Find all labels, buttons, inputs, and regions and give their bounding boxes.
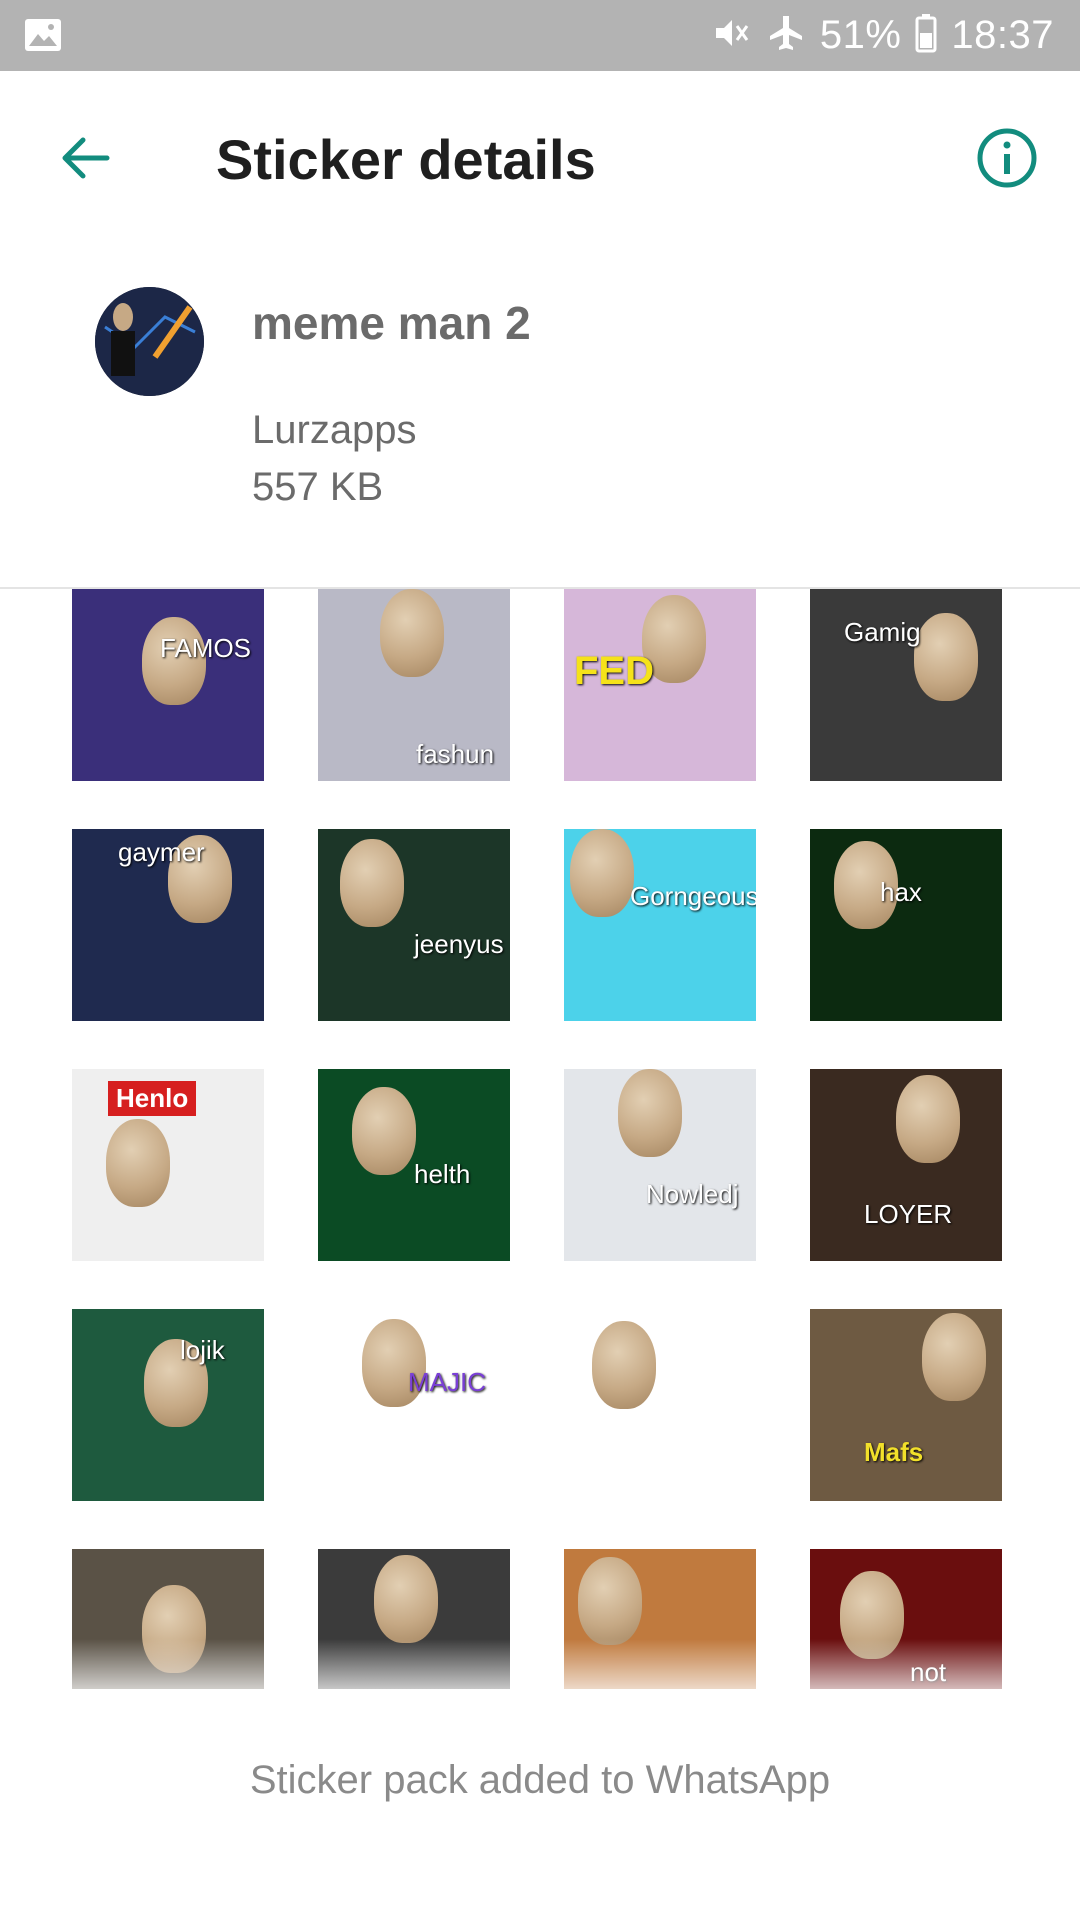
pack-name: meme man 2 bbox=[252, 297, 531, 349]
arrow-left-icon bbox=[62, 137, 110, 179]
sticker-grid: FAMOS fashun FED Gamig gaymer jeenyus Gorngeou… bbox=[72, 589, 1002, 1689]
sticker-item[interactable]: MAJIC bbox=[318, 1309, 510, 1501]
sticker-caption: FED bbox=[574, 649, 654, 693]
sticker-caption: fashun bbox=[416, 739, 495, 769]
sticker-item[interactable]: helth bbox=[318, 1069, 510, 1261]
sticker-caption: MAJIC bbox=[408, 1367, 486, 1397]
sticker-item[interactable]: lojik bbox=[72, 1309, 264, 1501]
meme-man-head-icon bbox=[896, 1075, 960, 1163]
added-status-message: Sticker pack added to WhatsApp bbox=[249, 1758, 831, 1802]
info-icon bbox=[977, 128, 1037, 188]
sticker-item[interactable]: jeenyus bbox=[318, 829, 510, 1021]
grid-fade bbox=[0, 1639, 1080, 1689]
sticker-item[interactable]: FED bbox=[564, 589, 756, 781]
sticker-item[interactable]: LOYER bbox=[810, 1069, 1002, 1261]
airplane-icon bbox=[766, 13, 806, 58]
sticker-caption: FAMOS bbox=[160, 633, 252, 663]
meme-man-head-icon bbox=[592, 1321, 656, 1409]
sticker-caption: jeenyus bbox=[414, 929, 504, 959]
meme-man-head-icon bbox=[578, 1557, 642, 1645]
meme-man-head-icon bbox=[618, 1069, 682, 1157]
sticker-caption: gaymer bbox=[118, 837, 205, 867]
app-bar: Sticker details bbox=[0, 71, 1080, 246]
sticker-caption: Nowledj bbox=[646, 1179, 739, 1209]
battery-icon bbox=[915, 13, 937, 58]
page-title: Sticker details bbox=[216, 128, 596, 191]
meme-man-head-icon bbox=[922, 1313, 986, 1401]
meme-man-head-icon bbox=[570, 829, 634, 917]
sticker-caption: lojik bbox=[180, 1335, 225, 1365]
pack-size: 557 KB bbox=[252, 465, 384, 509]
meme-man-head-icon bbox=[380, 589, 444, 677]
sticker-details-screen: 51% 18:37 Sticker details meme man 2 Lur… bbox=[0, 0, 1080, 1920]
mute-icon bbox=[712, 16, 752, 55]
sticker-item[interactable]: Mafs bbox=[810, 1309, 1002, 1501]
sticker-item[interactable]: Gamig bbox=[810, 589, 1002, 781]
sticker-item[interactable]: gaymer bbox=[72, 829, 264, 1021]
sticker-caption: Gamig bbox=[844, 617, 921, 647]
sticker-item[interactable]: Henlo bbox=[72, 1069, 264, 1261]
sticker-caption: Gorngeous bbox=[630, 881, 756, 911]
status-icons: 51% 18:37 bbox=[712, 0, 1054, 71]
sticker-item[interactable]: hax bbox=[810, 829, 1002, 1021]
sticker-item[interactable]: fashun bbox=[318, 589, 510, 781]
meme-man-head-icon bbox=[374, 1555, 438, 1643]
meme-man-head-icon bbox=[106, 1119, 170, 1207]
gallery-icon bbox=[24, 18, 62, 52]
status-bar: 51% 18:37 bbox=[0, 0, 1080, 71]
info-button[interactable] bbox=[972, 123, 1042, 193]
sticker-caption: Henlo bbox=[108, 1081, 197, 1116]
meme-man-head-icon bbox=[914, 613, 978, 701]
meme-man-head-icon bbox=[340, 839, 404, 927]
pack-tray-icon bbox=[95, 287, 204, 396]
sticker-item[interactable]: FAMOS bbox=[72, 589, 264, 781]
battery-percent: 51% bbox=[819, 13, 902, 57]
sticker-caption: helth bbox=[414, 1159, 471, 1189]
sticker-grid-container[interactable]: FAMOS fashun FED Gamig gaymer jeenyus Gorngeou… bbox=[0, 589, 1080, 1689]
sticker-item[interactable] bbox=[564, 1309, 756, 1501]
sticker-caption: LOYER bbox=[864, 1199, 953, 1229]
clock: 18:37 bbox=[951, 13, 1054, 57]
sticker-caption: Mafs bbox=[864, 1437, 924, 1467]
pack-publisher: Lurzapps bbox=[252, 408, 417, 452]
sticker-item[interactable]: Nowledj bbox=[564, 1069, 756, 1261]
sticker-item[interactable]: Gorngeous bbox=[564, 829, 756, 1021]
meme-man-head-icon bbox=[352, 1087, 416, 1175]
sticker-caption: hax bbox=[880, 877, 922, 907]
back-button[interactable] bbox=[50, 123, 120, 193]
